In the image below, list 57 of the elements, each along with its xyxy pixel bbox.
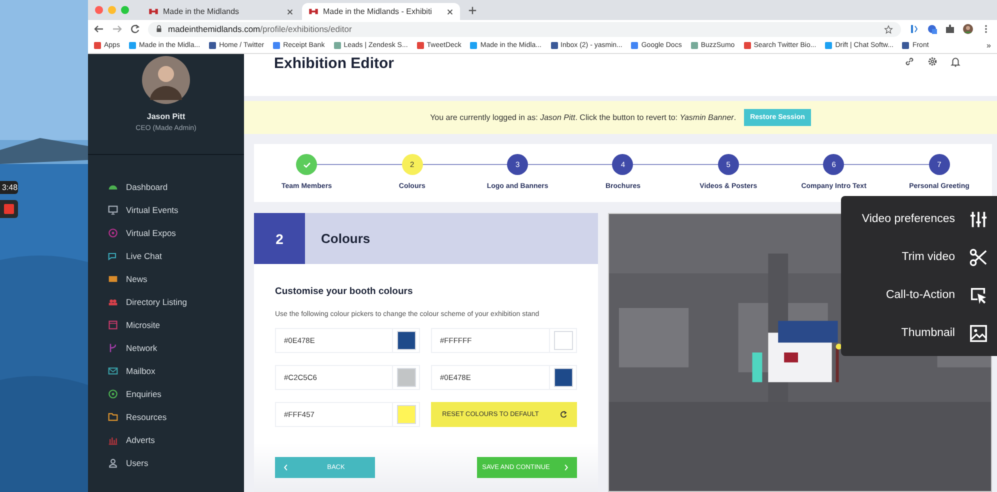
colour-swatch[interactable] (396, 368, 416, 387)
section-heading: Customise your booth colours (275, 286, 414, 297)
sidebar-item[interactable]: Microsite (108, 313, 244, 336)
reload-icon[interactable] (130, 24, 140, 34)
back-icon[interactable] (94, 24, 104, 34)
sliders-icon (969, 210, 988, 228)
avatar (142, 56, 190, 104)
menu-item[interactable]: Trim video (841, 238, 997, 276)
sidebar-item[interactable]: Adverts (108, 428, 244, 451)
sidebar-item[interactable]: Resources (108, 405, 244, 428)
colour-swatch[interactable] (396, 405, 416, 424)
menu-item[interactable]: Call-to-Action (841, 276, 997, 314)
colour-swatch[interactable] (554, 368, 572, 387)
scissors-icon (969, 248, 988, 266)
sidebar-item[interactable]: News (108, 267, 244, 290)
menu-item[interactable]: Video preferences (841, 200, 997, 238)
section-title: Colours (320, 230, 370, 248)
chevron-left-icon (283, 462, 289, 472)
close-icon[interactable] (287, 8, 293, 14)
sidebar-item[interactable]: Virtual Expos (108, 221, 244, 244)
sidebar-item[interactable]: Enquiries (108, 382, 244, 405)
colour-swatch[interactable] (396, 331, 416, 350)
image-icon (969, 324, 988, 342)
sidebar-item[interactable]: Mailbox (108, 359, 244, 382)
puzzle-icon[interactable] (945, 24, 955, 34)
browser-tab[interactable]: Made in the Midlands - Exhibiti (302, 3, 460, 20)
stop-recording-button[interactable] (0, 200, 18, 218)
chevron-right-icon (563, 462, 569, 472)
sidebar-item[interactable]: Network (108, 336, 244, 359)
login-notice: You are currently logged in as: Jason Pitt. Click the button to revert to: Yasmin Banner. (430, 113, 736, 122)
logo-icon (149, 8, 158, 15)
cursor-icon (969, 286, 988, 304)
step-number: 2 (254, 213, 305, 264)
menu-item[interactable]: Thumbnail (841, 314, 997, 352)
logo-icon (309, 8, 318, 15)
sidebar-item[interactable]: Directory Listing (108, 290, 244, 313)
recording-timer: 3:48 (0, 181, 18, 194)
browser-tab[interactable]: Made in the Midlands (142, 3, 300, 20)
sidebar-item[interactable]: Dashboard (108, 175, 244, 198)
bell-icon[interactable] (950, 56, 961, 67)
user-name: Jason Pitt (146, 112, 186, 121)
close-icon[interactable] (447, 8, 453, 14)
lock-icon (156, 25, 162, 33)
sidebar-item[interactable]: Virtual Events (108, 198, 244, 221)
extension-icon[interactable] (909, 24, 919, 34)
sidebar-item[interactable]: Live Chat (108, 244, 244, 267)
extension-icon[interactable] (927, 24, 937, 34)
more-bookmarks-button[interactable]: » (986, 41, 991, 50)
star-icon[interactable] (884, 24, 893, 34)
page-title: Exhibition Editor (274, 55, 394, 72)
new-tab-icon[interactable] (468, 6, 477, 14)
link-icon[interactable] (904, 56, 915, 67)
avatar-icon[interactable] (963, 24, 973, 34)
refresh-icon (559, 410, 568, 419)
address-field[interactable]: madeinthemidlands.com/profile/exhibitions/editor (148, 22, 901, 36)
colour-swatch[interactable] (554, 331, 572, 350)
sidebar-item[interactable]: Users (108, 451, 244, 474)
